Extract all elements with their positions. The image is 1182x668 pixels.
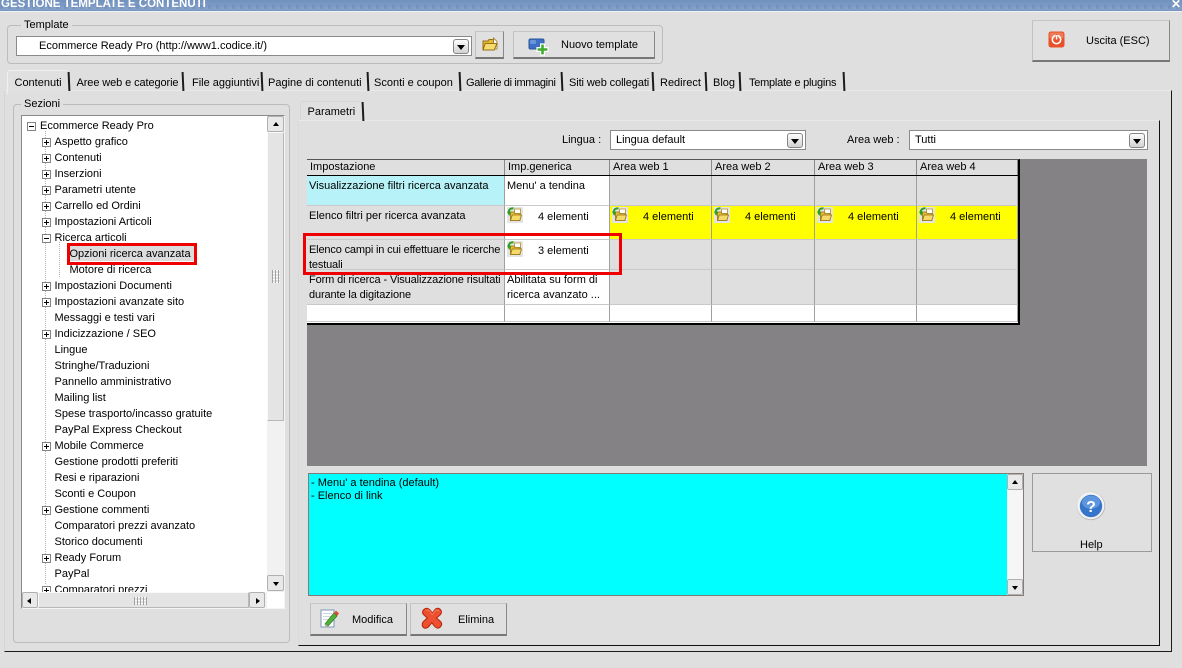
svg-text:?: ? [1086,499,1096,516]
